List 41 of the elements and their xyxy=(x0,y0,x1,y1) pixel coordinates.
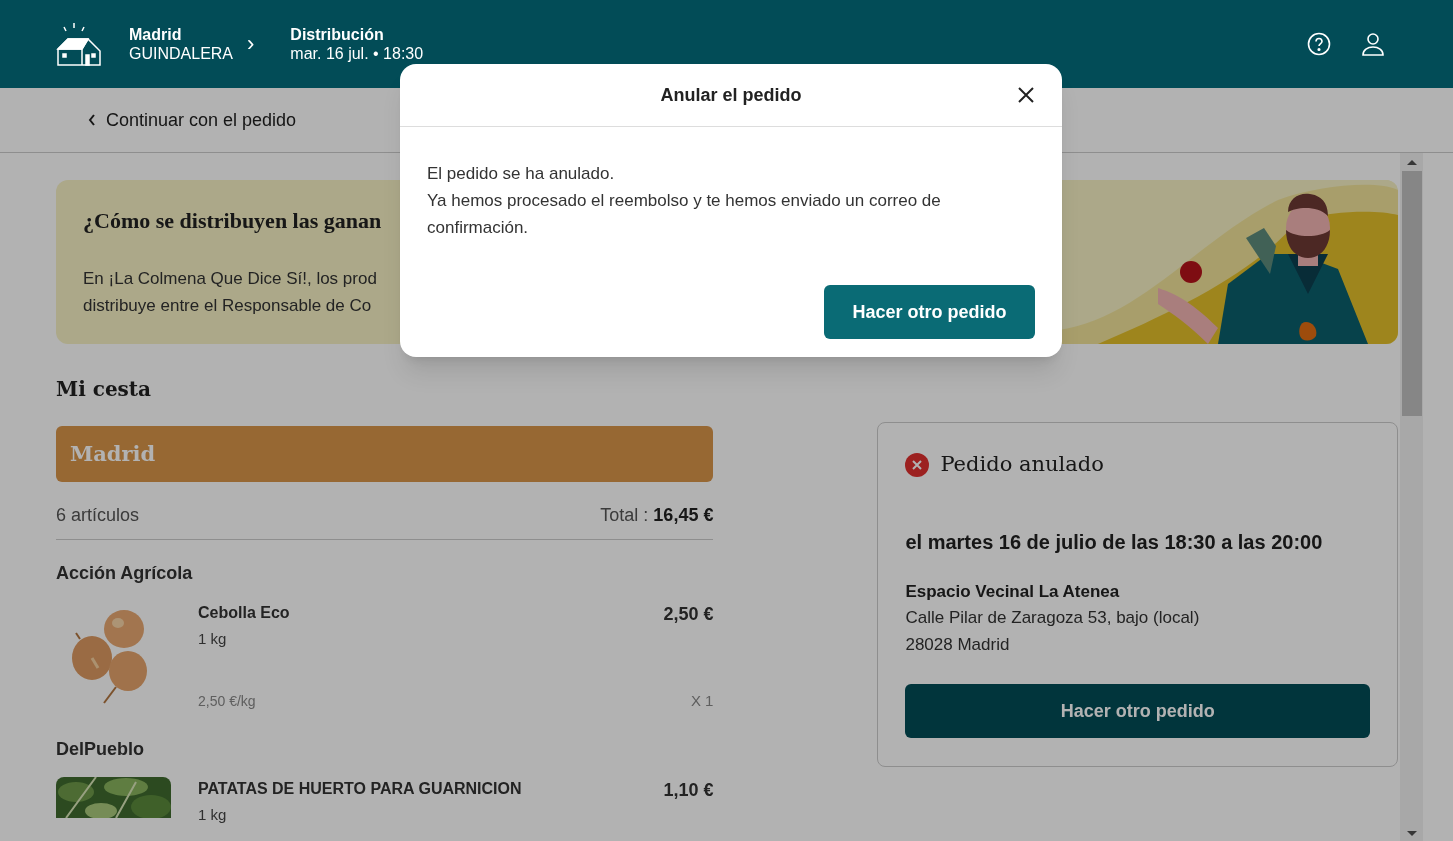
scrollbar-thumb[interactable] xyxy=(1401,171,1422,416)
dialog-title: Anular el pedido xyxy=(660,83,802,107)
chevron-left-icon xyxy=(88,114,96,126)
breadcrumb-separator: › xyxy=(247,33,255,55)
banner-text: En ¡La Colmena Que Dice Sí!, los prod xyxy=(83,268,378,290)
new-order-button[interactable]: Hacer otro pedido xyxy=(905,684,1370,738)
back-link[interactable]: Continuar con el pedido xyxy=(88,106,297,134)
product-unit: 1 kg xyxy=(198,629,228,649)
item-count: 6 artículos xyxy=(56,504,140,527)
address-line: 28028 Madrid xyxy=(905,634,1011,656)
user-icon[interactable] xyxy=(1361,32,1385,56)
hive-bar-title: Madrid xyxy=(70,440,156,469)
status-title: Pedido anulado xyxy=(940,451,1104,478)
basket-total: Total : 16,45 € xyxy=(600,504,714,527)
scrollbar[interactable] xyxy=(1400,153,1423,841)
help-icon[interactable] xyxy=(1307,32,1331,56)
product-name: Cebolla Eco xyxy=(198,603,290,623)
producer-name: DelPueblo xyxy=(56,738,145,761)
close-icon[interactable] xyxy=(1018,87,1034,103)
unit-price: 2,50 €/kg xyxy=(198,692,256,711)
product-unit: 1 kg xyxy=(198,805,228,825)
hive-city: Madrid xyxy=(129,25,183,44)
hive-name: GUINDALERA xyxy=(129,44,234,63)
address-line: Calle Pilar de Zaragoza 53, bajo (local) xyxy=(905,607,1201,629)
banner-text: distribuye entre el Responsable de Co xyxy=(83,295,373,317)
house-logo-icon xyxy=(56,21,104,67)
distribution-date: mar. 16 jul. • 18:30 xyxy=(290,44,424,63)
banner-title: ¿Cómo se distribuyen las ganan xyxy=(83,207,382,235)
dialog-message: El pedido se ha anulado. xyxy=(427,163,616,185)
product-price: 2,50 € xyxy=(663,603,714,626)
error-icon xyxy=(905,452,930,477)
pickup-place: Espacio Vecinal La Atenea xyxy=(905,580,1121,603)
product-quantity: X 1 xyxy=(690,690,714,711)
product-name: PATATAS DE HUERTO PARA GUARNICION xyxy=(198,779,522,799)
distribution-label: Distribución xyxy=(290,25,385,44)
dialog-new-order-button[interactable]: Hacer otro pedido xyxy=(824,285,1035,339)
dialog-message: Ya hemos procesado el reembolso y te hemos enviado un correo de confirmación. xyxy=(427,190,942,239)
producer-name: Acción Agrícola xyxy=(56,562,194,585)
product-price: 1,10 € xyxy=(663,779,714,802)
basket-title: Mi cesta xyxy=(56,376,153,403)
pickup-time: el martes 16 de julio de las 18:30 a las 20:00 xyxy=(905,529,1324,555)
